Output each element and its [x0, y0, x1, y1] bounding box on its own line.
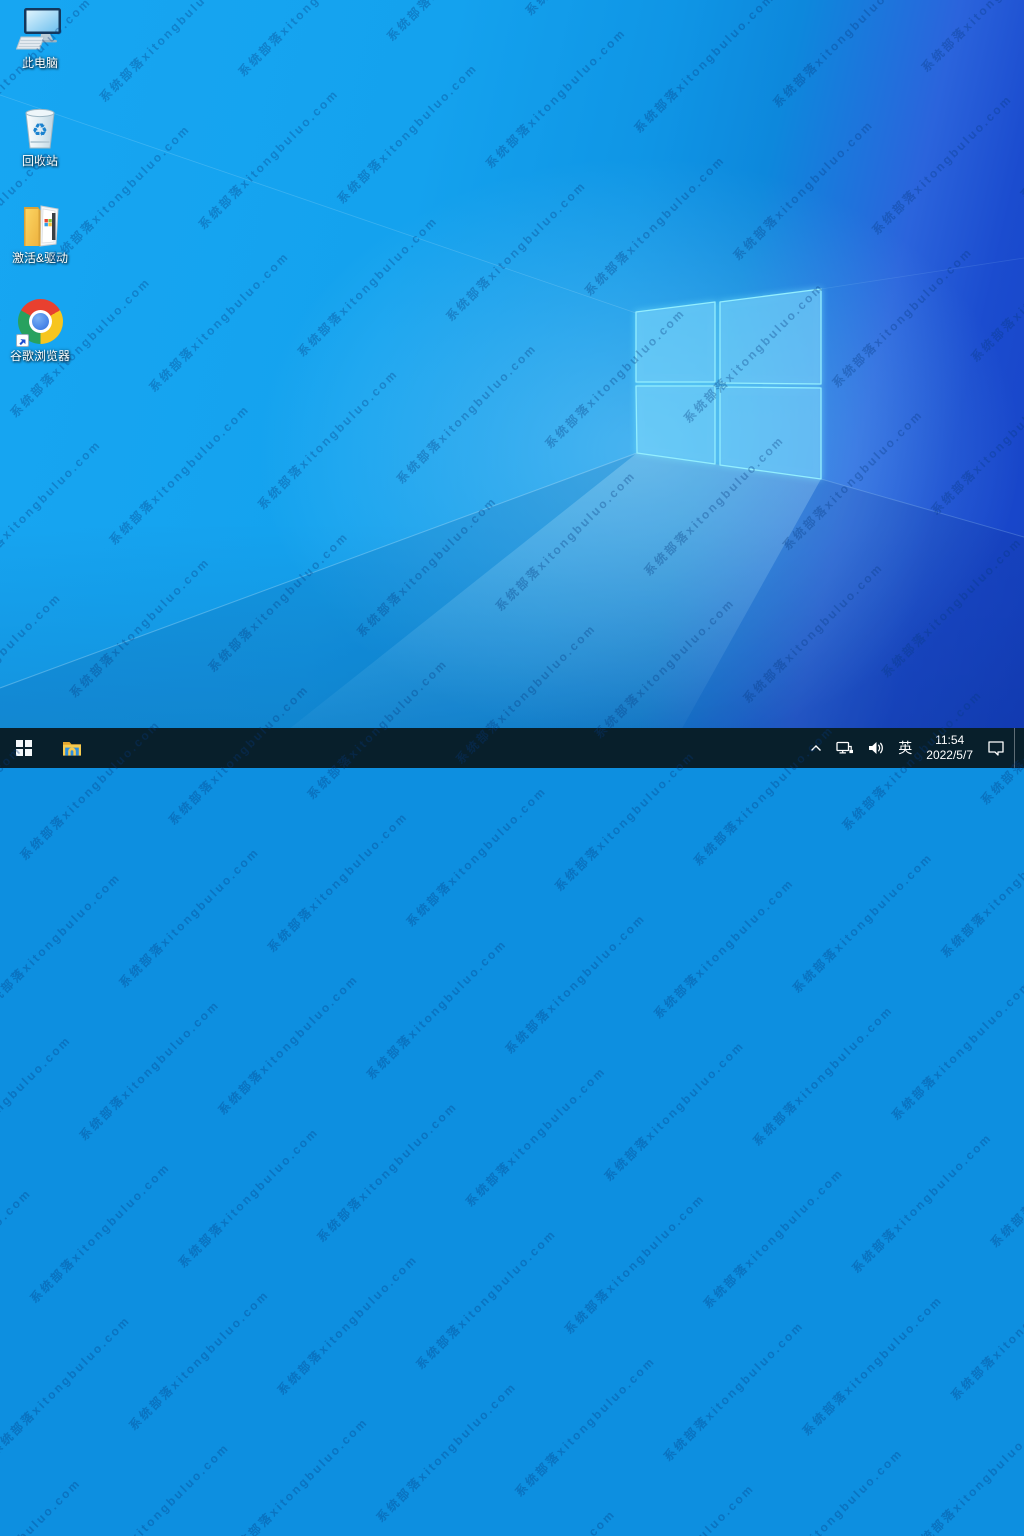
- shortcut-arrow-icon: [16, 334, 29, 347]
- clock-time: 11:54: [935, 733, 965, 747]
- wallpaper-art: [0, 94, 1024, 768]
- chrome-icon: [16, 299, 64, 347]
- show-desktop-button[interactable]: [1014, 728, 1022, 768]
- system-tray: 英 11:54 2022/5/7: [805, 728, 1024, 768]
- windows-start-icon: [16, 740, 32, 756]
- taskbar: 英 11:54 2022/5/7: [0, 728, 1024, 768]
- windows-logo: [635, 288, 822, 480]
- windows-desktop: { "wallpaper": { "watermark_text": "系统部落…: [0, 0, 1024, 1536]
- show-hidden-icons-button[interactable]: [805, 728, 827, 768]
- taskbar-empty-area: [96, 728, 805, 768]
- desktop-icon-activation-folder[interactable]: 激活&驱动: [1, 201, 79, 266]
- svg-text:♻: ♻: [32, 120, 48, 141]
- speaker-icon: [869, 742, 884, 754]
- desktop-icon-label: 回收站: [21, 154, 58, 168]
- activation-folder-icon: [16, 201, 64, 249]
- file-explorer-icon: [63, 742, 81, 756]
- desktop-icon-label: 谷歌浏览器: [9, 349, 70, 363]
- desktop-icon-label: 激活&驱动: [11, 251, 68, 265]
- this-pc-icon: [15, 6, 64, 54]
- recycle-bin-icon: ♻: [16, 104, 64, 152]
- chevron-up-icon: [811, 745, 822, 751]
- volume-button[interactable]: [863, 728, 889, 768]
- desktop-icon-chrome[interactable]: 谷歌浏览器: [1, 298, 79, 364]
- network-ethernet-icon: [836, 741, 854, 754]
- desktop-icon-this-pc[interactable]: 此电脑: [1, 6, 79, 71]
- input-language-indicator[interactable]: 英: [893, 728, 917, 768]
- file-explorer-button[interactable]: [48, 728, 96, 768]
- desktop-icon-label: 此电脑: [21, 56, 58, 70]
- start-button[interactable]: [0, 728, 48, 768]
- desktop-icon-recycle-bin[interactable]: ♻ 回收站: [1, 104, 79, 169]
- action-center-button[interactable]: [982, 728, 1010, 768]
- light-ray: [820, 257, 1024, 290]
- clock-date: 2022/5/7: [926, 748, 973, 762]
- action-center-icon: [988, 741, 1004, 756]
- network-button[interactable]: [831, 728, 859, 768]
- tray-clock[interactable]: 11:54 2022/5/7: [921, 728, 978, 768]
- light-ray: [0, 94, 637, 314]
